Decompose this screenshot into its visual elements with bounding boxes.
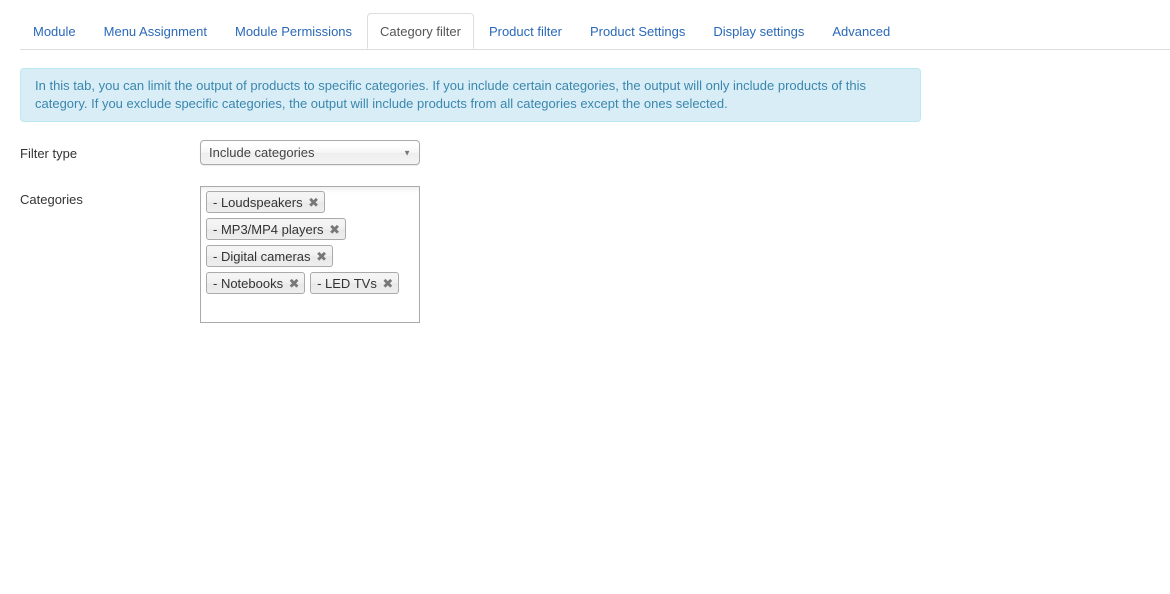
tab-display-settings[interactable]: Display settings [700, 13, 817, 49]
category-chip-loudspeakers: - Loudspeakers ✖ [206, 191, 325, 213]
filter-type-value: Include categories [209, 145, 315, 160]
categories-multiselect[interactable]: - Loudspeakers ✖ - MP3/MP4 players ✖ - D… [200, 186, 420, 323]
tab-product-filter[interactable]: Product filter [476, 13, 575, 49]
tab-advanced[interactable]: Advanced [819, 13, 903, 49]
tab-module[interactable]: Module [20, 13, 89, 49]
tab-product-settings[interactable]: Product Settings [577, 13, 698, 49]
remove-icon[interactable]: ✖ [288, 277, 300, 290]
category-chip-led-tvs: - LED TVs ✖ [310, 272, 399, 294]
chip-label: - Notebooks [213, 275, 284, 291]
chevron-down-icon: ▼ [403, 148, 411, 157]
remove-icon[interactable]: ✖ [308, 196, 320, 209]
category-chip-mp3-players: - MP3/MP4 players ✖ [206, 218, 346, 240]
remove-icon[interactable]: ✖ [382, 277, 394, 290]
tab-menu-assignment[interactable]: Menu Assignment [91, 13, 220, 49]
category-chip-notebooks: - Notebooks ✖ [206, 272, 306, 294]
tab-bar: Module Menu Assignment Module Permission… [20, 13, 1170, 50]
categories-label: Categories [20, 192, 83, 207]
info-message: In this tab, you can limit the output of… [20, 68, 921, 122]
tab-module-permissions[interactable]: Module Permissions [222, 13, 365, 49]
filter-type-select[interactable]: Include categories ▼ [200, 140, 420, 165]
category-chip-digital-cameras: - Digital cameras ✖ [206, 245, 333, 267]
remove-icon[interactable]: ✖ [316, 250, 328, 263]
chip-row: - Loudspeakers ✖ [206, 191, 414, 213]
chip-row: - Digital cameras ✖ [206, 245, 414, 267]
remove-icon[interactable]: ✖ [329, 223, 341, 236]
filter-type-label: Filter type [20, 146, 78, 161]
chip-row: - Notebooks ✖ - LED TVs ✖ [206, 272, 414, 294]
chip-label: - Loudspeakers [213, 194, 303, 210]
tab-category-filter[interactable]: Category filter [367, 13, 474, 49]
chip-label: - Digital cameras [213, 248, 311, 264]
chip-row: - MP3/MP4 players ✖ [206, 218, 414, 240]
chip-label: - MP3/MP4 players [213, 221, 324, 237]
chip-label: - LED TVs [317, 275, 377, 291]
